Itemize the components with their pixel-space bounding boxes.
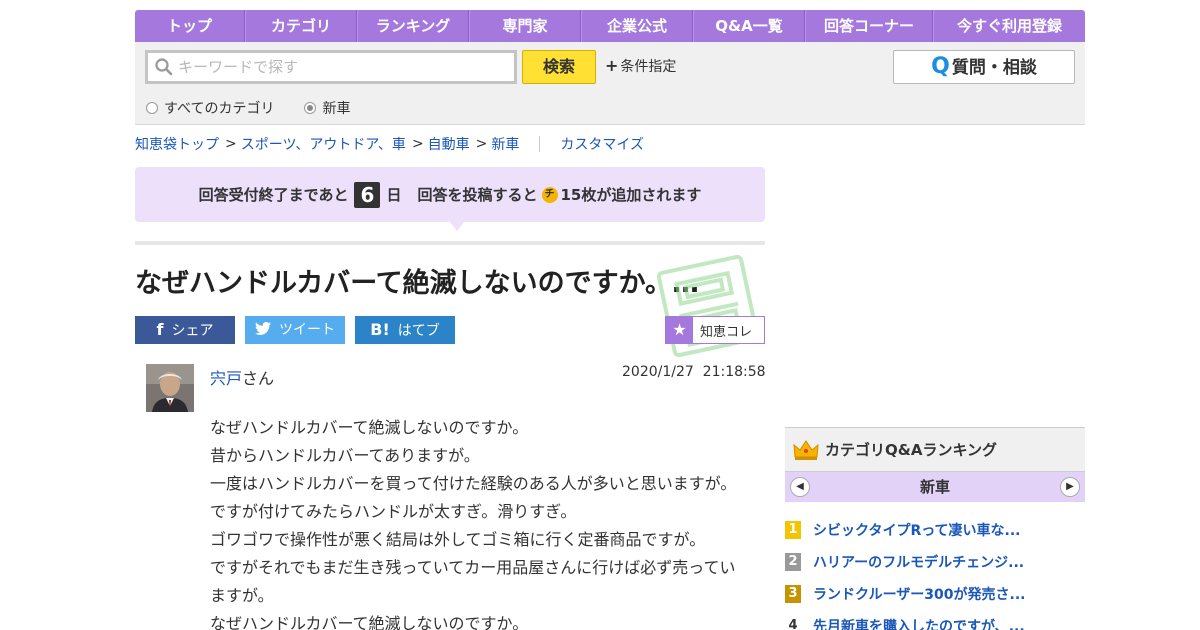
search-scope: すべてのカテゴリ 新車 <box>146 98 380 118</box>
nav-experts[interactable]: 専門家 <box>469 10 581 42</box>
question-line: ですがそれでもまだ生き残っていてカー用品屋さんに行けば必ず売ってい <box>210 558 736 577</box>
ranking-item[interactable]: 3 ランドクルーザー300が発売さ... <box>785 578 1085 610</box>
breadcrumb-new-car[interactable]: 新車 <box>491 134 519 154</box>
scope-current-radio[interactable]: 新車 <box>304 98 350 118</box>
ranking-item[interactable]: 4 先月新車を購入したのですが、... <box>785 610 1085 630</box>
scope-all-label: すべてのカテゴリ <box>164 101 275 117</box>
global-nav: トップ カテゴリ ランキング 専門家 企業公式 Q&A一覧 回答コーナー 今すぐ… <box>135 10 1085 42</box>
answer-deadline-notice: 回答受付終了まであと 6 日 回答を投稿すると チ 15枚が追加されます <box>135 167 765 222</box>
search-icon <box>155 58 173 76</box>
prev-arrow-icon[interactable]: ◀ <box>790 477 810 497</box>
breadcrumb-separator: > <box>475 136 488 152</box>
questioner: 宍戸さん <box>210 365 274 389</box>
rank-number: 2 <box>785 553 801 571</box>
star-icon: ★ <box>666 317 693 343</box>
question-body: なぜハンドルカバーて絶滅しないのですか。 昔からハンドルカバーてありますが。 一… <box>210 414 760 630</box>
ranking-title: カテゴリQ&Aランキング <box>825 441 997 459</box>
breadcrumb-separator: > <box>411 136 424 152</box>
search-button[interactable]: 検索 <box>522 50 596 84</box>
posted-datetime: 2020/1/27 21:18:58 <box>622 364 766 380</box>
search-area: 検索 +条件指定 Q質問・相談 すべてのカテゴリ 新車 <box>135 42 1085 125</box>
rank-question-link[interactable]: ハリアーのフルモデルチェンジ... <box>813 552 1043 572</box>
scope-all-radio[interactable]: すべてのカテゴリ <box>146 98 274 118</box>
question-line: なぜハンドルカバーて絶滅しないのですか。 <box>210 418 529 437</box>
hatena-bookmark-button[interactable]: B! はてブ <box>355 316 455 344</box>
facebook-share-button[interactable]: f シェア <box>135 316 235 344</box>
rank-number: 4 <box>788 618 798 630</box>
nav-answer-corner[interactable]: 回答コーナー <box>805 10 933 42</box>
question-line: ゴワゴワで操作性が悪く結局は外してゴミ箱に行く定番商品ですが。 <box>210 530 706 549</box>
ranking-item[interactable]: 1 シビックタイプRって凄い車な... <box>785 514 1085 546</box>
questioner-name-link[interactable]: 宍戸 <box>210 369 242 388</box>
nav-ranking[interactable]: ランキング <box>357 10 469 42</box>
ranking-category-label: 新車 <box>919 478 950 496</box>
question-line: 昔からハンドルカバーてありますが。 <box>210 446 480 465</box>
next-arrow-icon[interactable]: ▶ <box>1060 477 1080 497</box>
ask-label: 質問・相談 <box>951 58 1037 78</box>
breadcrumb-separator: > <box>225 136 237 152</box>
rank-question-link[interactable]: ランドクルーザー300が発売さ... <box>813 584 1043 604</box>
facebook-share-label: シェア <box>171 323 214 339</box>
breadcrumb-car[interactable]: 自動車 <box>428 134 470 154</box>
rank-question-link[interactable]: シビックタイプRって凄い車な... <box>813 520 1043 540</box>
rank-number: 1 <box>785 521 801 539</box>
twitter-share-button[interactable]: ツイート <box>245 316 345 344</box>
facebook-icon: f <box>156 320 164 339</box>
ask-question-button[interactable]: Q 質問・相談 <box>893 50 1075 84</box>
rank-number: 3 <box>785 585 801 603</box>
breadcrumb-top[interactable]: 知恵袋トップ <box>135 134 219 154</box>
question-line: ますが。 <box>210 586 274 605</box>
chiebukuro-coin-icon: チ <box>541 186 558 203</box>
question-line: なぜハンドルカバーて絶滅しないのですか。 <box>210 614 529 630</box>
hatena-label: はてブ <box>397 323 440 339</box>
ranking-category-switcher: ◀ 新車 ▶ <box>785 472 1085 502</box>
divider <box>135 241 765 245</box>
q-icon: Q <box>931 54 950 79</box>
notice-middle: 回答を投稿すると <box>417 186 538 204</box>
category-ranking-header: カテゴリQ&Aランキング <box>785 427 1085 472</box>
crown-icon <box>793 439 819 460</box>
user-photo <box>146 364 194 412</box>
days-remaining: 6 <box>354 181 381 208</box>
collection-label: 知恵コレ <box>700 324 753 340</box>
nav-category[interactable]: カテゴリ <box>245 10 357 42</box>
search-conditions-link[interactable]: + 条件指定 <box>605 56 676 76</box>
search-box <box>145 50 517 84</box>
twitter-icon <box>255 322 271 335</box>
chie-collection-button[interactable]: ★ 知恵コレ <box>665 316 765 344</box>
search-input[interactable] <box>178 58 498 76</box>
ranking-item[interactable]: 2 ハリアーのフルモデルチェンジ... <box>785 546 1085 578</box>
rank-question-link[interactable]: 先月新車を購入したのですが、... <box>813 616 1043 630</box>
question-line: ですが付けてみたらハンドルが太すぎ。滑りすぎ。 <box>210 502 577 521</box>
notice-tail <box>450 222 464 231</box>
plus-icon: + <box>605 56 619 75</box>
breadcrumb-sports[interactable]: スポーツ、アウトドア、車 <box>241 134 406 154</box>
days-unit: 日 <box>386 186 402 204</box>
breadcrumb: 知恵袋トップ > スポーツ、アウトドア、車 > 自動車 > 新車 カスタマイズ <box>135 134 644 154</box>
nav-official[interactable]: 企業公式 <box>581 10 693 42</box>
question-line: 一度はハンドルカバーを買って付けた経験のある人が多いと思いますが。 <box>210 474 737 493</box>
notice-prefix: 回答受付終了まであと <box>198 186 349 204</box>
notice-suffix: 15枚が追加されます <box>560 186 702 204</box>
ranking-list: 1 シビックタイプRって凄い車な... 2 ハリアーのフルモデルチェンジ... … <box>785 514 1085 630</box>
nav-qa-list[interactable]: Q&A一覧 <box>693 10 805 42</box>
avatar[interactable] <box>146 364 194 412</box>
hatena-icon: B! <box>370 320 390 339</box>
breadcrumb-divider <box>539 136 541 152</box>
conditions-label: 条件指定 <box>620 59 677 75</box>
radio-checked-icon <box>304 102 317 114</box>
customize-link[interactable]: カスタマイズ <box>560 134 644 154</box>
scope-current-label: 新車 <box>322 101 351 117</box>
radio-unchecked-icon <box>146 102 158 114</box>
nav-top[interactable]: トップ <box>135 10 245 42</box>
questioner-suffix: さん <box>242 369 275 388</box>
nav-register[interactable]: 今すぐ利用登録 <box>933 10 1085 42</box>
twitter-share-label: ツイート <box>279 322 335 338</box>
